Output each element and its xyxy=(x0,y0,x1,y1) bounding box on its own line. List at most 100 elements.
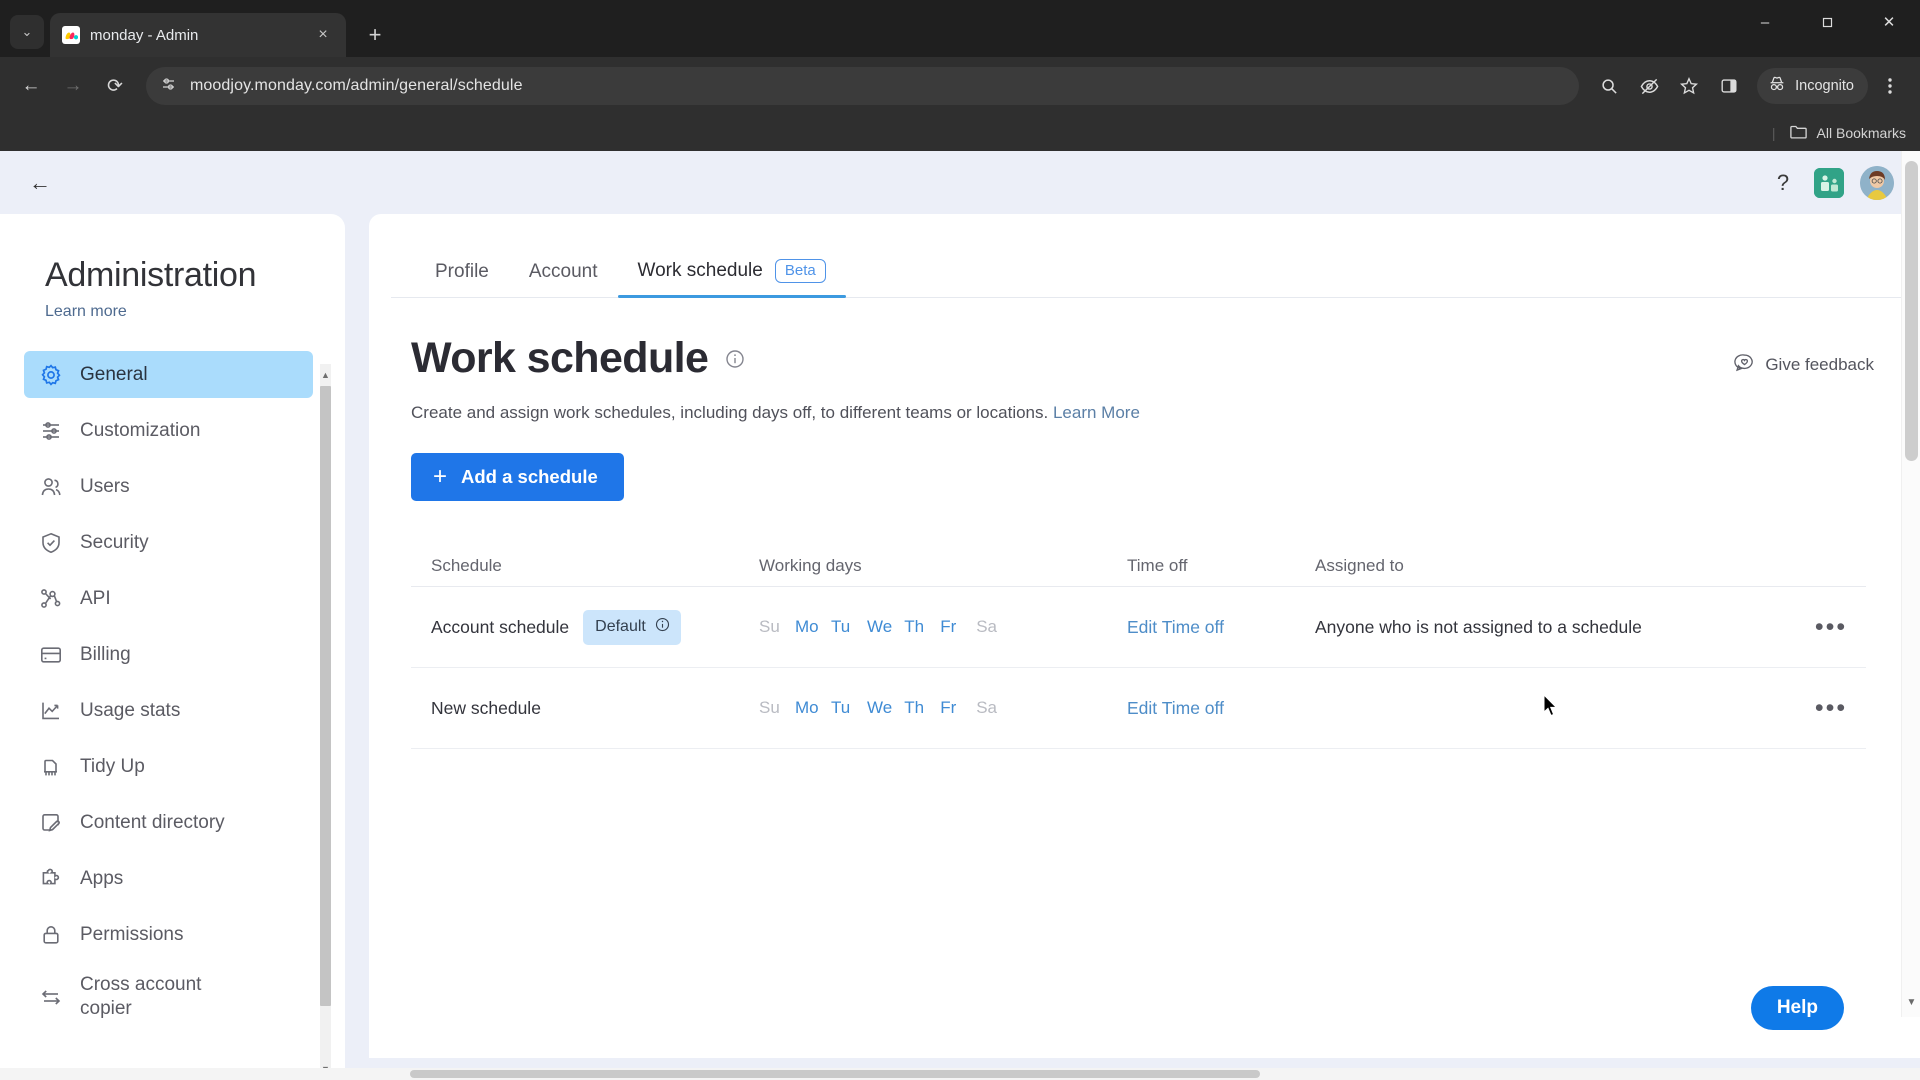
table-row[interactable]: Account schedule Default Su Mo Tu We Th … xyxy=(411,587,1866,668)
browser-tabstrip: ⌄ monday - Admin × + – ✕ xyxy=(0,0,1920,57)
schedule-name-label: New schedule xyxy=(431,697,541,718)
close-icon[interactable]: × xyxy=(312,24,334,46)
monday-admin-app: ← ? Administration Learn more General Cu… xyxy=(0,151,1920,1080)
bookmarks-bar: | All Bookmarks xyxy=(0,115,1920,151)
horizontal-scrollbar[interactable] xyxy=(0,1068,1920,1080)
sidebar-item-usage-stats[interactable]: Usage stats xyxy=(24,687,313,734)
close-window-button[interactable]: ✕ xyxy=(1858,0,1920,44)
sidebar-scrollbar-thumb[interactable] xyxy=(320,386,331,1006)
nodes-icon xyxy=(38,586,64,612)
new-tab-button[interactable]: + xyxy=(358,18,392,52)
day-chip-su[interactable]: Su xyxy=(759,698,783,718)
sidebar-item-tidy-up[interactable]: Tidy Up xyxy=(24,743,313,790)
page-scrollbar-thumb[interactable] xyxy=(1905,161,1918,461)
avatar[interactable] xyxy=(1860,165,1894,200)
tab-label: Account xyxy=(528,261,598,282)
day-chip-mo[interactable]: Mo xyxy=(795,617,819,637)
tab-profile[interactable]: Profile xyxy=(415,261,509,297)
sidebar-header: Administration Learn more xyxy=(0,236,345,321)
address-bar[interactable]: moodjoy.monday.com/admin/general/schedul… xyxy=(146,67,1580,105)
page-scrollbar[interactable]: ▼ xyxy=(1901,151,1920,1017)
tab-work-schedule[interactable]: Work schedule Beta xyxy=(617,259,846,298)
hide-password-icon[interactable] xyxy=(1631,68,1667,104)
sidebar-item-security[interactable]: Security xyxy=(24,519,313,566)
puzzle-icon xyxy=(38,866,64,892)
day-chip-mo[interactable]: Mo xyxy=(795,698,819,718)
incognito-hat-icon xyxy=(1767,74,1787,98)
day-chip-th[interactable]: Th xyxy=(904,698,928,718)
back-button[interactable]: ← xyxy=(12,67,50,105)
cell-time-off: Edit Time off xyxy=(1127,698,1315,719)
forward-button[interactable]: → xyxy=(54,67,92,105)
column-header-time-off: Time off xyxy=(1127,555,1188,575)
day-chip-fr[interactable]: Fr xyxy=(940,698,964,718)
sidebar-item-cross-account-copier[interactable]: Cross account copier xyxy=(24,967,313,1027)
day-chip-su[interactable]: Su xyxy=(759,617,783,637)
table-row[interactable]: New schedule Su Mo Tu We Th Fr Sa Edit T… xyxy=(411,668,1866,749)
bookmark-star-icon[interactable] xyxy=(1671,68,1707,104)
day-chip-sa[interactable]: Sa xyxy=(976,698,1000,718)
all-bookmarks-label[interactable]: All Bookmarks xyxy=(1817,125,1906,141)
sidebar-item-label: Permissions xyxy=(80,923,184,945)
sidebar-item-label: Security xyxy=(80,531,149,553)
workspace-tile-icon[interactable] xyxy=(1814,167,1844,198)
reload-button[interactable]: ⟳ xyxy=(96,67,134,105)
help-button[interactable]: Help xyxy=(1750,986,1844,1030)
scroll-up-icon[interactable]: ▲ xyxy=(320,368,331,382)
sidebar-learn-more-link[interactable]: Learn more xyxy=(45,303,127,321)
day-chip-tu[interactable]: Tu xyxy=(831,698,855,718)
minimize-button[interactable]: – xyxy=(1734,0,1796,44)
beta-badge: Beta xyxy=(774,259,826,283)
app-back-button[interactable]: ← xyxy=(20,163,60,203)
browser-tab[interactable]: monday - Admin × xyxy=(50,13,346,57)
sidebar-nav: General Customization Users Security API… xyxy=(0,351,345,1027)
info-icon[interactable] xyxy=(655,617,670,637)
chevron-down-icon: ⌄ xyxy=(21,24,33,39)
scroll-down-icon[interactable]: ▼ xyxy=(1902,993,1920,1011)
sidebar-item-users[interactable]: Users xyxy=(24,463,313,510)
incognito-indicator[interactable]: Incognito xyxy=(1757,68,1868,104)
info-icon[interactable] xyxy=(725,349,745,369)
sidebar-item-content-directory[interactable]: Content directory xyxy=(24,799,313,846)
day-chip-tu[interactable]: Tu xyxy=(831,617,855,637)
tab-label: Profile xyxy=(435,261,489,282)
app-topbar-actions: ? xyxy=(1768,165,1894,200)
row-actions-menu-icon[interactable]: ••• xyxy=(1796,694,1866,723)
sidebar-scrollbar[interactable]: ▲ ▼ xyxy=(320,364,331,1080)
give-feedback-label: Give feedback xyxy=(1765,354,1874,374)
sliders-icon xyxy=(38,418,64,444)
day-chip-fr[interactable]: Fr xyxy=(940,617,964,637)
tab-account[interactable]: Account xyxy=(509,261,618,297)
sidebar-item-billing[interactable]: Billing xyxy=(24,631,313,678)
schedule-name-label: Account schedule xyxy=(431,616,570,637)
sidebar-item-api[interactable]: API xyxy=(24,575,313,622)
sidebar-item-label: Usage stats xyxy=(80,699,181,721)
sidebar-item-general[interactable]: General xyxy=(24,351,313,398)
give-feedback-button[interactable]: Give feedback xyxy=(1734,340,1874,378)
row-actions-menu-icon[interactable]: ••• xyxy=(1796,613,1866,642)
side-panel-icon[interactable] xyxy=(1711,68,1747,104)
search-icon[interactable] xyxy=(1591,68,1627,104)
maximize-button[interactable] xyxy=(1796,0,1858,44)
add-a-schedule-button[interactable]: + Add a schedule xyxy=(411,453,624,501)
shield-check-icon xyxy=(38,530,64,556)
sidebar-item-permissions[interactable]: Permissions xyxy=(24,911,313,958)
day-chip-we[interactable]: We xyxy=(867,617,892,637)
learn-more-link[interactable]: Learn More xyxy=(1053,403,1140,422)
day-chip-sa[interactable]: Sa xyxy=(976,617,1000,637)
cell-working-days: Su Mo Tu We Th Fr Sa xyxy=(759,698,1127,718)
kebab-menu-icon[interactable] xyxy=(1872,68,1908,104)
default-badge[interactable]: Default xyxy=(583,609,681,645)
edit-time-off-link[interactable]: Edit Time off xyxy=(1127,617,1224,637)
cell-time-off: Edit Time off xyxy=(1127,617,1315,638)
folder-icon xyxy=(1789,124,1808,143)
sidebar-item-apps[interactable]: Apps xyxy=(24,855,313,902)
day-chip-we[interactable]: We xyxy=(867,698,892,718)
day-chip-th[interactable]: Th xyxy=(904,617,928,637)
sidebar-item-customization[interactable]: Customization xyxy=(24,407,313,454)
help-question-icon[interactable]: ? xyxy=(1768,170,1798,196)
edit-time-off-link[interactable]: Edit Time off xyxy=(1127,698,1224,718)
horizontal-scrollbar-thumb[interactable] xyxy=(410,1070,1260,1078)
tab-search-button[interactable]: ⌄ xyxy=(10,15,44,49)
page-settings-icon[interactable] xyxy=(160,75,178,98)
